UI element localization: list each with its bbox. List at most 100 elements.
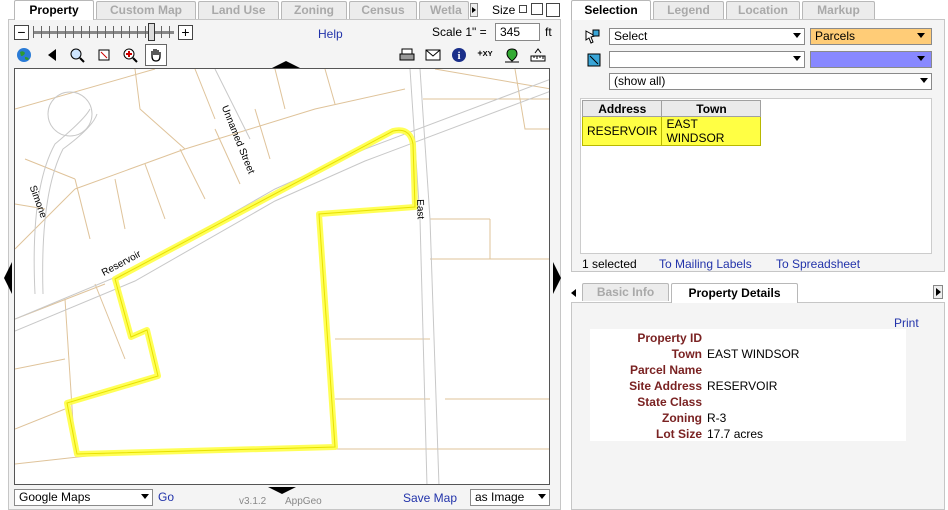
zoom-slider-handle[interactable] [148,23,155,41]
select-tool-icon[interactable] [583,28,601,46]
spreadsheet-link[interactable]: To Spreadsheet [776,257,860,271]
info-tab-scroll-right[interactable] [933,285,943,299]
help-link[interactable]: Help [318,27,343,41]
print-link[interactable]: Print [894,316,919,330]
pan-east-arrow[interactable] [553,262,561,294]
save-map-link[interactable]: Save Map [403,491,457,505]
pan-south-arrow[interactable] [268,487,296,494]
street-label-east: East [414,199,426,220]
detail-label: Town [671,347,702,361]
tab-zoning[interactable]: Zoning [281,1,347,19]
table-row[interactable]: RESERVOIR EAST WINDSOR [581,116,762,146]
zoom-out-button[interactable]: − [14,25,29,40]
measure-icon[interactable] [529,46,547,64]
selected-parcel[interactable] [64,127,418,457]
zoom-in-button[interactable]: + [178,25,193,40]
filter-value: (show all) [614,74,666,88]
tab-legend[interactable]: Legend [653,1,724,19]
layer-dropdown[interactable]: Parcels [810,28,932,45]
version-label: v3.1.2 [239,496,267,507]
scale-unit: ft [545,25,552,39]
back-icon[interactable] [43,46,61,64]
grid-header-row: Address Town [581,100,762,117]
brand-label: AppGeo [285,496,322,507]
basemap-go-link[interactable]: Go [158,490,174,504]
cell-address: RESERVOIR [581,116,663,146]
target-layer-dropdown[interactable] [810,51,932,68]
print-icon[interactable] [398,46,416,64]
scale-label: Scale 1" = [432,25,487,39]
chevron-down-icon [538,494,546,499]
pan-north-arrow[interactable] [272,61,300,68]
tab-scroll-right[interactable] [470,3,478,17]
chevron-down-icon [141,494,149,499]
email-icon[interactable] [424,46,442,64]
chevron-down-icon [920,78,928,83]
map-canvas[interactable]: Unnamed Street Simone Reservoir East [14,68,550,485]
tab-census[interactable]: Census [349,1,417,19]
tab-land-use[interactable]: Land Use [198,1,279,19]
tab-selection[interactable]: Selection [571,0,651,20]
mailing-labels-link[interactable]: To Mailing Labels [659,257,752,271]
chevron-down-icon [917,33,925,38]
tab-basic-info[interactable]: Basic Info [582,283,669,301]
size-label: Size [492,3,516,17]
info-icon[interactable]: i [450,46,468,64]
detail-value: RESERVOIR [707,379,778,393]
size-large-checkbox[interactable] [546,3,560,17]
globe-icon[interactable] [15,46,33,64]
detail-row: Town EAST WINDSOR [590,347,906,363]
detail-label: Site Address [629,379,702,393]
grid-header-town[interactable]: Town [661,100,762,117]
chevron-down-icon [917,56,925,61]
detail-row: State Class [590,395,906,411]
filter-dropdown[interactable]: (show all) [609,73,932,90]
parcel-map [15,69,549,484]
selection-grid: Address Town RESERVOIR EAST WINDSOR [580,98,932,254]
detail-row: Parcel Name [590,363,906,379]
pan-west-arrow[interactable] [4,262,12,294]
info-tab-scroll-left[interactable] [571,287,579,299]
zoom-box-icon[interactable] [95,46,113,64]
select-action-value: Select [614,29,648,43]
arrow-left-icon [571,289,576,297]
detail-label: State Class [637,395,702,409]
road-edges [15,69,549,484]
tab-markup[interactable]: Markup [802,1,875,19]
tab-location[interactable]: Location [726,1,800,19]
detail-label: Parcel Name [629,363,702,377]
grid-header-address[interactable]: Address [581,100,663,117]
scale-input[interactable]: 345 [495,23,540,41]
size-medium-checkbox[interactable] [531,3,543,15]
xy-coordinate-icon[interactable]: + XY [476,44,494,62]
size-small-checkbox[interactable] [519,5,527,13]
detail-label: Property ID [637,331,702,345]
detail-label: Lot Size [655,427,702,441]
detail-label: Zoning [662,411,702,425]
target-layer-icon[interactable] [585,51,603,69]
tab-property[interactable]: Property [14,0,94,20]
basemap-select[interactable]: Google Maps [14,489,153,506]
zoom-extent-icon[interactable] [68,46,86,64]
zoom-in-tool-icon[interactable] [121,46,139,64]
basemap-value: Google Maps [19,490,91,504]
chevron-down-icon [793,33,801,38]
save-format-select[interactable]: as Image [470,489,550,506]
detail-value: 17.7 acres [707,427,764,441]
detail-row: Site Address RESERVOIR [590,379,906,395]
cell-town: EAST WINDSOR [661,116,762,146]
selected-count: 1 selected [582,257,637,271]
detail-row: Zoning R-3 [590,411,906,427]
select-action-dropdown[interactable]: Select [609,28,805,45]
parcel-lines [15,69,549,465]
tab-scroll-icon [472,7,476,13]
chevron-down-icon [793,56,801,61]
identify-marker-icon[interactable] [503,46,521,64]
tab-wetlands[interactable]: Wetla [419,1,469,19]
tab-custom-map[interactable]: Custom Map [96,1,196,19]
target-dropdown[interactable] [609,51,805,68]
detail-value: EAST WINDSOR [707,347,800,361]
tab-property-details[interactable]: Property Details [671,283,798,303]
pan-hand-icon[interactable] [145,44,167,66]
detail-row: Lot Size 17.7 acres [590,427,906,443]
